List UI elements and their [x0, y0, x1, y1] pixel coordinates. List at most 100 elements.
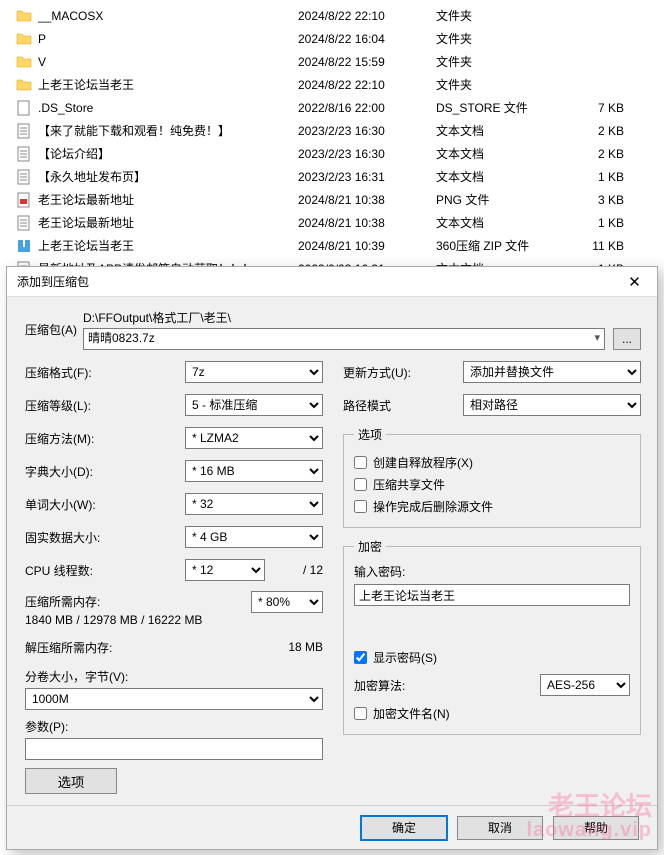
file-type: 文本文档 — [436, 168, 584, 185]
path-select[interactable]: 相对路径 — [463, 394, 641, 416]
file-date: 2024/8/21 10:38 — [298, 216, 436, 230]
file-row[interactable]: 上老王论坛当老王2024/8/21 10:39360压缩 ZIP 文件11 KB — [0, 234, 664, 257]
enc-algo-label: 加密算法: — [354, 677, 532, 694]
file-row[interactable]: 老王论坛最新地址2024/8/21 10:38文本文档1 KB — [0, 211, 664, 234]
add-to-archive-dialog: 添加到压缩包 ✕ 压缩包(A) D:\FFOutput\格式工厂\老王\ 晴晴0… — [6, 266, 658, 850]
file-date: 2024/8/21 10:38 — [298, 193, 436, 207]
file-date: 2022/8/16 22:00 — [298, 101, 436, 115]
file-name: 上老王论坛当老王 — [38, 237, 298, 254]
update-label: 更新方式(U): — [343, 364, 463, 381]
titlebar: 添加到压缩包 ✕ — [7, 267, 657, 297]
close-icon[interactable]: ✕ — [612, 267, 657, 297]
file-date: 2023/2/23 16:30 — [298, 147, 436, 161]
file-row[interactable]: 上老王论坛当老王2024/8/22 22:10文件夹 — [0, 73, 664, 96]
mem-decomp-value: 18 MB — [288, 640, 323, 654]
password-label: 输入密码: — [354, 563, 630, 580]
file-row[interactable]: 【论坛介绍】2023/2/23 16:30文本文档2 KB — [0, 142, 664, 165]
file-row[interactable]: V2024/8/22 15:59文件夹 — [0, 50, 664, 73]
path-label: 路径模式 — [343, 397, 463, 414]
file-name: 【来了就能下载和观看！纯免费！】 — [38, 122, 298, 139]
mem-pct-select[interactable]: * 80% — [251, 591, 323, 613]
delete-checkbox[interactable] — [354, 500, 367, 513]
file-row[interactable]: 【永久地址发布页】2023/2/23 16:31文本文档1 KB — [0, 165, 664, 188]
file-name: 上老王论坛当老王 — [38, 76, 298, 93]
threads-label: CPU 线程数: — [25, 562, 185, 579]
file-size: 7 KB — [584, 101, 644, 115]
threads-select[interactable]: * 12 — [185, 559, 265, 581]
options-legend: 选项 — [354, 426, 386, 443]
split-select[interactable]: 1000M — [25, 688, 323, 710]
file-name: P — [38, 32, 298, 46]
file-date: 2024/8/22 15:59 — [298, 55, 436, 69]
file-size: 2 KB — [584, 124, 644, 138]
word-select[interactable]: * 32 — [185, 493, 323, 515]
file-date: 2023/2/23 16:30 — [298, 124, 436, 138]
file-date: 2024/8/22 22:10 — [298, 9, 436, 23]
archive-path: D:\FFOutput\格式工厂\老王\ — [83, 309, 641, 326]
delete-label: 操作完成后删除源文件 — [373, 498, 493, 515]
show-password-label: 显示密码(S) — [373, 649, 437, 666]
file-name: __MACOSX — [38, 9, 298, 23]
solid-select[interactable]: * 4 GB — [185, 526, 323, 548]
file-size: 11 KB — [584, 239, 644, 253]
share-label: 压缩共享文件 — [373, 476, 445, 493]
params-label: 参数(P): — [25, 718, 323, 735]
file-size: 2 KB — [584, 147, 644, 161]
password-input[interactable] — [354, 584, 630, 606]
file-row[interactable]: P2024/8/22 16:04文件夹 — [0, 27, 664, 50]
file-type: 文本文档 — [436, 122, 584, 139]
mem-comp-values: 1840 MB / 12978 MB / 16222 MB — [25, 613, 323, 627]
encryption-fieldset: 加密 输入密码: 显示密码(S) 加密算法: AES-256 加密文件名(N) — [343, 538, 641, 735]
sfx-checkbox[interactable] — [354, 456, 367, 469]
file-row[interactable]: __MACOSX2024/8/22 22:10文件夹 — [0, 4, 664, 27]
options-fieldset: 选项 创建自释放程序(X) 压缩共享文件 操作完成后删除源文件 — [343, 426, 641, 528]
show-password-checkbox[interactable] — [354, 651, 367, 664]
cancel-button[interactable]: 取消 — [457, 816, 543, 840]
split-label: 分卷大小，字节(V): — [25, 668, 323, 685]
browse-button[interactable]: ... — [613, 328, 641, 350]
file-name: 【论坛介绍】 — [38, 145, 298, 162]
params-input[interactable] — [25, 738, 323, 760]
file-name: .DS_Store — [38, 101, 298, 115]
share-checkbox[interactable] — [354, 478, 367, 491]
file-row[interactable]: 老王论坛最新地址2024/8/21 10:38PNG 文件3 KB — [0, 188, 664, 211]
archive-label: 压缩包(A) — [25, 309, 83, 338]
file-size: 1 KB — [584, 170, 644, 184]
file-type: 文本文档 — [436, 145, 584, 162]
threads-total: / 12 — [271, 563, 323, 577]
method-label: 压缩方法(M): — [25, 430, 185, 447]
sfx-label: 创建自释放程序(X) — [373, 454, 473, 471]
file-date: 2024/8/22 22:10 — [298, 78, 436, 92]
solid-label: 固实数据大小: — [25, 529, 185, 546]
encrypt-names-checkbox[interactable] — [354, 707, 367, 720]
options-button[interactable]: 选项 — [25, 768, 117, 794]
file-name: 老王论坛最新地址 — [38, 191, 298, 208]
file-list: __MACOSX2024/8/22 22:10文件夹P2024/8/22 16:… — [0, 0, 664, 280]
file-date: 2023/2/23 16:31 — [298, 170, 436, 184]
ok-button[interactable]: 确定 — [361, 816, 447, 840]
file-name: 【永久地址发布页】 — [38, 168, 298, 185]
file-type: 文件夹 — [436, 30, 584, 47]
dict-select[interactable]: * 16 MB — [185, 460, 323, 482]
encryption-legend: 加密 — [354, 538, 386, 555]
enc-algo-select[interactable]: AES-256 — [540, 674, 630, 696]
file-type: DS_STORE 文件 — [436, 99, 584, 116]
archive-name-input[interactable]: 晴晴0823.7z — [83, 328, 605, 350]
level-select[interactable]: 5 - 标准压缩 — [185, 394, 323, 416]
file-type: 文件夹 — [436, 76, 584, 93]
update-select[interactable]: 添加并替换文件 — [463, 361, 641, 383]
mem-comp-label: 压缩所需内存: — [25, 593, 251, 610]
file-type: 360压缩 ZIP 文件 — [436, 237, 584, 254]
file-size: 3 KB — [584, 193, 644, 207]
format-select[interactable]: 7z — [185, 361, 323, 383]
help-button[interactable]: 帮助 — [553, 816, 639, 840]
file-row[interactable]: .DS_Store2022/8/16 22:00DS_STORE 文件7 KB — [0, 96, 664, 119]
method-select[interactable]: * LZMA2 — [185, 427, 323, 449]
file-type: 文件夹 — [436, 53, 584, 70]
file-row[interactable]: 【来了就能下载和观看！纯免费！】2023/2/23 16:30文本文档2 KB — [0, 119, 664, 142]
file-size: 1 KB — [584, 216, 644, 230]
file-date: 2024/8/22 16:04 — [298, 32, 436, 46]
file-type: PNG 文件 — [436, 191, 584, 208]
format-label: 压缩格式(F): — [25, 364, 185, 381]
file-type: 文件夹 — [436, 7, 584, 24]
